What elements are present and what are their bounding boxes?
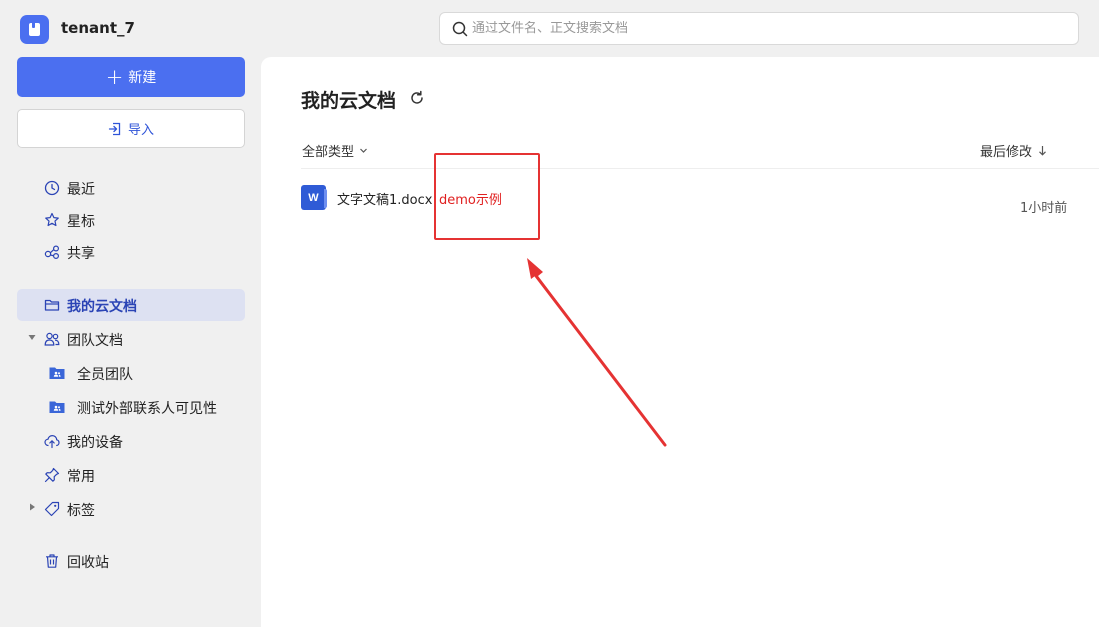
sidebar-item-label: 我的云文档 (67, 299, 137, 315)
search-icon (452, 21, 468, 36)
team-folder-icon (49, 367, 65, 379)
sidebar-item-team-docs[interactable]: 团队文档 (17, 323, 245, 355)
file-name[interactable]: 文字文稿1.docx (337, 189, 432, 208)
sidebar-item-label: 测试外部联系人可见性 (77, 401, 217, 417)
sidebar-item-label: 共享 (67, 246, 95, 262)
sidebar-item-label: 团队文档 (67, 333, 123, 349)
sort-last-modified-label: 最后修改 (980, 145, 1033, 160)
page-title: 我的云文档 (301, 90, 397, 112)
sidebar-item-recent[interactable]: 最近 (17, 172, 245, 204)
sidebar-item-label: 我的设备 (67, 435, 123, 451)
tag-icon (44, 501, 60, 517)
search-input[interactable] (472, 21, 1032, 36)
clock-icon (44, 180, 60, 196)
refresh-icon[interactable] (409, 90, 425, 106)
sidebar-item-label: 标签 (67, 503, 95, 519)
sidebar-item-external-contacts-team[interactable]: 测试外部联系人可见性 (17, 391, 245, 423)
caret-down-icon[interactable] (27, 332, 37, 342)
star-icon (45, 212, 59, 227)
sidebar-item-tags[interactable]: 标签 (17, 493, 245, 525)
sidebar-item-label: 全员团队 (77, 367, 133, 383)
file-type-filter-label: 全部类型 (302, 145, 355, 160)
arrow-down-icon (1039, 146, 1046, 156)
chevron-down-icon (360, 148, 367, 153)
annotation-highlight-box (434, 153, 540, 240)
file-row[interactable]: W 文字文稿1.docx demo示例 1小时前 (301, 177, 1099, 229)
pin-icon (44, 467, 60, 483)
import-button-label: 导入 (127, 123, 154, 138)
sidebar-item-trash[interactable]: 回收站 (17, 545, 245, 577)
sidebar-item-label: 常用 (67, 469, 95, 485)
app-logo (20, 15, 49, 44)
import-button[interactable]: 导入 (17, 109, 245, 148)
caret-right-icon[interactable] (27, 502, 37, 512)
new-button-label: 新建 (128, 70, 157, 86)
folder-icon (44, 299, 60, 311)
plus-icon: + (105, 64, 124, 89)
share-icon (44, 245, 60, 260)
cloud-upload-icon (44, 434, 60, 449)
sidebar-item-my-docs[interactable]: 我的云文档 (17, 289, 245, 321)
main-panel: 我的云文档 全部类型 最后修改 W 文字文稿1.docx demo示例 1小时前 (261, 57, 1099, 627)
team-icon (44, 332, 60, 346)
sidebar-item-label: 星标 (67, 214, 95, 230)
word-icon: W (301, 185, 327, 210)
sort-last-modified[interactable]: 最后修改 (980, 141, 1047, 160)
file-type-filter[interactable]: 全部类型 (302, 141, 368, 160)
new-button[interactable]: + 新建 (17, 57, 245, 97)
file-modified-time: 1小时前 (1020, 201, 1068, 216)
sidebar-item-frequent[interactable]: 常用 (17, 459, 245, 491)
sidebar-item-label: 回收站 (67, 555, 109, 571)
sidebar-item-starred[interactable]: 星标 (17, 204, 245, 236)
sidebar-item-my-devices[interactable]: 我的设备 (17, 425, 245, 457)
sidebar-item-shared[interactable]: 共享 (17, 236, 245, 268)
sidebar-item-label: 最近 (67, 182, 95, 198)
search-bar[interactable] (439, 12, 1079, 45)
team-folder-icon (49, 401, 65, 413)
sidebar-item-all-staff-team[interactable]: 全员团队 (17, 357, 245, 389)
trash-icon (46, 554, 58, 568)
import-icon (108, 122, 121, 135)
tenant-name: tenant_7 (61, 19, 135, 37)
header-divider (301, 168, 1099, 169)
